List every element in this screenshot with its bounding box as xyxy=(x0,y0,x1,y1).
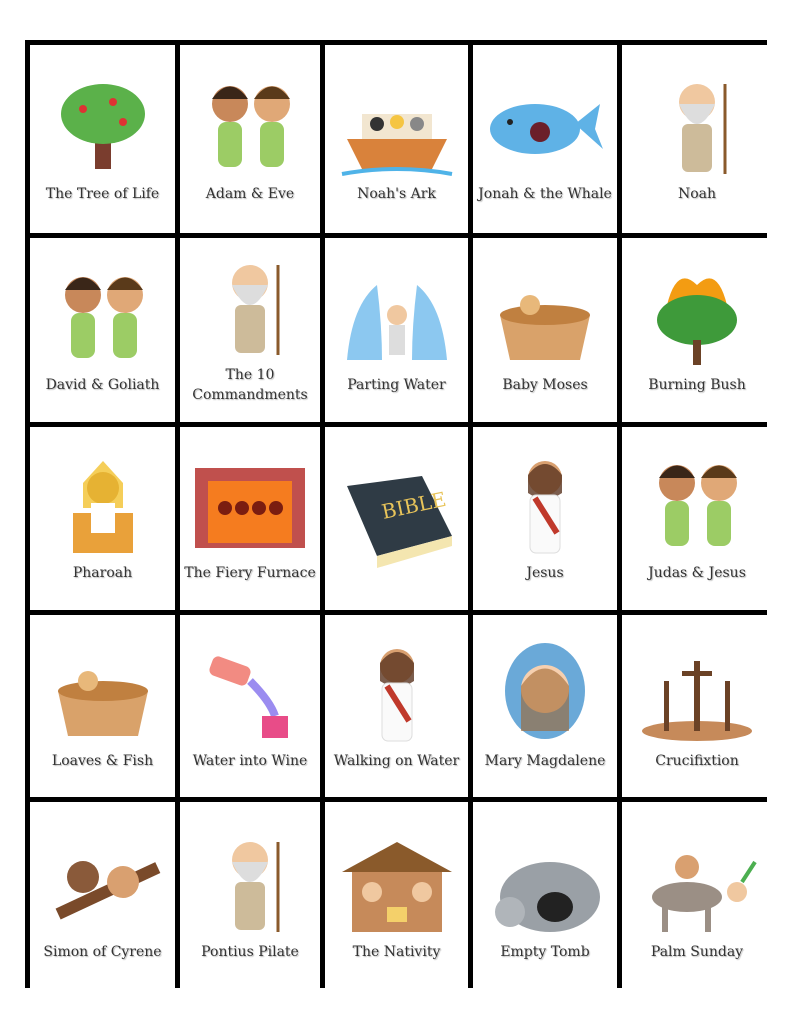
card-label: Burning Bush xyxy=(648,376,746,393)
card-noah-s-ark: Noah's Ark xyxy=(325,45,468,233)
card-label: Adam & Eve xyxy=(205,185,295,202)
waves-icon xyxy=(337,265,457,370)
card-walking-on-water: Walking on Water xyxy=(325,615,468,797)
card-crucifixtion: Crucifixtion xyxy=(622,615,772,797)
card-label: The Tree of Life xyxy=(45,185,160,202)
mary-icon xyxy=(485,641,605,746)
bible-icon: BIBLE xyxy=(337,466,457,571)
whale-icon xyxy=(485,74,605,179)
card-pontius-pilate: Pontius Pilate xyxy=(180,802,320,993)
card-mary-magdalene: Mary Magdalene xyxy=(473,615,617,797)
stable-icon xyxy=(337,832,457,937)
card-label: Jonah & the Whale xyxy=(478,185,612,202)
old-man-icon xyxy=(190,255,310,360)
crosses-icon xyxy=(637,641,757,746)
people-icon xyxy=(43,265,163,370)
card-label: The Nativity xyxy=(352,944,441,961)
card-label: Noah xyxy=(677,185,717,202)
card-label: Palm Sunday xyxy=(650,944,744,961)
basket-icon xyxy=(485,265,605,370)
ark-icon xyxy=(337,74,457,179)
tomb-icon xyxy=(485,832,605,937)
card-judas-jesus: Judas & Jesus xyxy=(622,427,772,610)
card-the-fiery-furnace: The Fiery Furnace xyxy=(180,427,320,610)
jug-icon xyxy=(190,641,310,746)
card-pharoah: Pharoah xyxy=(30,427,175,610)
card-water-into-wine: Water into Wine xyxy=(180,615,320,797)
card-label: Pharoah xyxy=(72,565,133,582)
people-icon xyxy=(190,74,310,179)
card-the-nativity: The Nativity xyxy=(325,802,468,993)
card-palm-sunday: Palm Sunday xyxy=(622,802,772,993)
card-label: The Fiery Furnace xyxy=(184,565,316,582)
card-the-tree-of-life: The Tree of Life xyxy=(30,45,175,233)
card-label: Mary Magdalene xyxy=(484,752,606,769)
card-label: Loaves & Fish xyxy=(51,752,154,769)
bingo-board: The Tree of Life Adam & Eve Noah's Ark Jona… xyxy=(25,40,772,993)
cross-carry-icon xyxy=(43,832,163,937)
card-jonah-the-whale: Jonah & the Whale xyxy=(473,45,617,233)
card-bible: BIBLE xyxy=(325,427,468,610)
tree-icon xyxy=(43,74,163,179)
old-man-icon xyxy=(190,832,310,937)
card-label: The 10 Commandments xyxy=(192,366,308,403)
people-icon xyxy=(637,453,757,558)
card-jesus: Jesus xyxy=(473,427,617,610)
card-burning-bush: Burning Bush xyxy=(622,238,772,422)
card-parting-water: Parting Water xyxy=(325,238,468,422)
card-label: Water into Wine xyxy=(192,752,308,769)
jesus-icon xyxy=(485,453,605,558)
card-label: Parting Water xyxy=(347,376,446,393)
card-noah: Noah xyxy=(622,45,772,233)
card-label: Noah's Ark xyxy=(357,185,436,202)
card-label: David & Goliath xyxy=(45,376,160,393)
pharaoh-icon xyxy=(43,453,163,558)
card-the-10-commandments: The 10 Commandments xyxy=(180,238,320,422)
card-label: Walking on Water xyxy=(333,752,460,769)
burning-bush-icon xyxy=(637,265,757,370)
card-adam-eve: Adam & Eve xyxy=(180,45,320,233)
basket-icon xyxy=(43,641,163,746)
furnace-icon xyxy=(190,453,310,558)
card-label: Simon of Cyrene xyxy=(43,944,162,961)
donkey-icon xyxy=(637,832,757,937)
card-label: Crucifixtion xyxy=(655,752,739,769)
card-simon-of-cyrene: Simon of Cyrene xyxy=(30,802,175,993)
card-david-goliath: David & Goliath xyxy=(30,238,175,422)
card-label: Pontius Pilate xyxy=(201,944,299,961)
card-loaves-fish: Loaves & Fish xyxy=(30,615,175,797)
jesus-icon xyxy=(337,641,457,746)
card-baby-moses: Baby Moses xyxy=(473,238,617,422)
card-label: Baby Moses xyxy=(502,376,588,393)
card-label: Empty Tomb xyxy=(500,944,590,961)
card-empty-tomb: Empty Tomb xyxy=(473,802,617,993)
old-man-icon xyxy=(637,74,757,179)
card-label: Judas & Jesus xyxy=(648,565,746,582)
card-label: Jesus xyxy=(526,565,564,582)
